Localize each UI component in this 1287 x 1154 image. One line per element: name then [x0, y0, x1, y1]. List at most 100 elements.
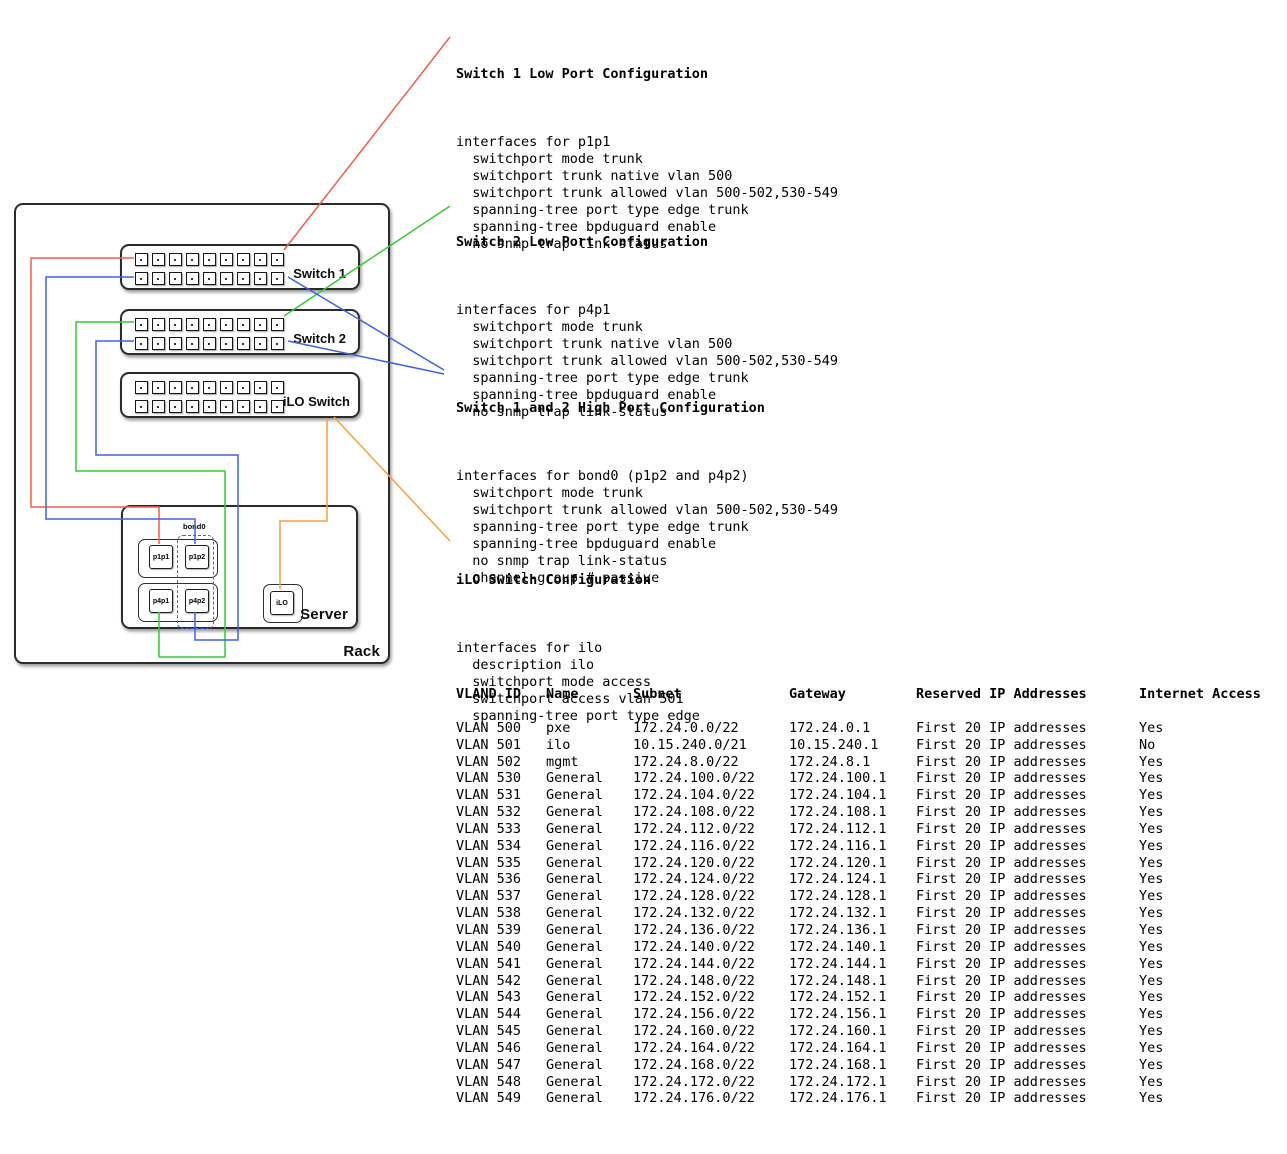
table-row: VLAN 540General172.24.140.0/22172.24.140… [456, 939, 1278, 956]
switch-port [220, 253, 233, 266]
table-cell: 172.24.116.1 [789, 838, 916, 855]
table-cell: 172.24.124.1 [789, 871, 916, 888]
table-row: VLAN 538General172.24.132.0/22172.24.132… [456, 905, 1278, 922]
switch-port [237, 381, 250, 394]
switch-port [271, 381, 284, 394]
table-cell: General [546, 989, 633, 1006]
table-cell: Yes [1139, 804, 1278, 821]
table-cell: 172.24.164.0/22 [633, 1040, 789, 1057]
table-cell: Yes [1139, 922, 1278, 939]
table-cell: First 20 IP addresses [916, 956, 1139, 973]
table-cell: General [546, 905, 633, 922]
switch2-port-row-top [135, 318, 284, 331]
switch-port [169, 272, 182, 285]
table-cell: 172.24.168.0/22 [633, 1057, 789, 1074]
table-cell: 172.24.176.0/22 [633, 1090, 789, 1107]
table-cell: 172.24.132.1 [789, 905, 916, 922]
switch2-label: Switch 2 [293, 331, 346, 346]
table-cell: 172.24.120.0/22 [633, 855, 789, 872]
table-cell: Yes [1139, 855, 1278, 872]
config-line: switchport mode trunk [456, 151, 838, 168]
table-cell: General [546, 1074, 633, 1091]
table-cell: Yes [1139, 1040, 1278, 1057]
switch-port [135, 272, 148, 285]
table-cell: Yes [1139, 720, 1278, 737]
table-cell: Yes [1139, 838, 1278, 855]
vlan-table: VLAND IDNameSubnetGatewayReserved IP Add… [456, 686, 1278, 1107]
config-title: Switch 1 and 2 High Port Configuration [456, 400, 838, 417]
table-row: VLAN 530General172.24.100.0/22172.24.100… [456, 770, 1278, 787]
table-cell: 172.24.128.1 [789, 888, 916, 905]
table-cell: First 20 IP addresses [916, 1023, 1139, 1040]
table-cell: General [546, 922, 633, 939]
config-title: iLO Switch Configuration [456, 572, 700, 589]
config-line: description ilo [456, 657, 700, 674]
ilo-switch-port-row-bottom [135, 400, 284, 413]
table-cell: 172.24.172.0/22 [633, 1074, 789, 1091]
config-line: switchport mode trunk [456, 319, 838, 336]
config-line: interfaces for p4p1 [456, 302, 838, 319]
switch-port [220, 272, 233, 285]
table-cell: VLAN 545 [456, 1023, 546, 1040]
table-cell: VLAN 549 [456, 1090, 546, 1107]
table-cell: VLAN 535 [456, 855, 546, 872]
table-cell: 172.24.136.1 [789, 922, 916, 939]
table-cell: 172.24.100.0/22 [633, 770, 789, 787]
column-header: VLAND ID [456, 686, 546, 703]
table-cell: VLAN 548 [456, 1074, 546, 1091]
switch2-box: Switch 2 [120, 309, 360, 355]
table-cell: Yes [1139, 770, 1278, 787]
switch1-port-row-bottom [135, 272, 284, 285]
switch-port [254, 272, 267, 285]
table-cell: Yes [1139, 1057, 1278, 1074]
table-cell: 172.24.120.1 [789, 855, 916, 872]
table-cell: First 20 IP addresses [916, 1057, 1139, 1074]
table-cell: pxe [546, 720, 633, 737]
table-cell: VLAN 544 [456, 1006, 546, 1023]
switch2-port-row-bottom [135, 337, 284, 350]
server-box: bond0 p1p1 p1p2 p4p1 p4p2 iLO Server [121, 505, 358, 629]
switch-port [220, 400, 233, 413]
switch-port [220, 318, 233, 331]
table-cell: General [546, 855, 633, 872]
switch-port [135, 381, 148, 394]
table-row: VLAN 500pxe172.24.0.0/22172.24.0.1First … [456, 720, 1278, 737]
table-cell: 172.24.132.0/22 [633, 905, 789, 922]
table-cell: VLAN 531 [456, 787, 546, 804]
config-line: switchport trunk native vlan 500 [456, 336, 838, 353]
table-cell: No [1139, 737, 1278, 754]
table-cell: VLAN 502 [456, 754, 546, 771]
table-cell: 172.24.124.0/22 [633, 871, 789, 888]
table-cell: 172.24.160.0/22 [633, 1023, 789, 1040]
table-cell: 172.24.148.1 [789, 973, 916, 990]
table-cell: Yes [1139, 973, 1278, 990]
ilo-switch-box: iLO Switch [120, 372, 360, 418]
switch-port [203, 272, 216, 285]
ilo-switch-port-row-top [135, 381, 284, 394]
table-cell: 172.24.144.1 [789, 956, 916, 973]
network-diagram-page: Rack Switch 1 Switch 2 iLO Switch bond0 … [0, 0, 1287, 1154]
table-cell: VLAN 532 [456, 804, 546, 821]
switch-port [203, 381, 216, 394]
table-row: VLAN 537General172.24.128.0/22172.24.128… [456, 888, 1278, 905]
switch-port [135, 318, 148, 331]
switch-port [271, 253, 284, 266]
switch1-label: Switch 1 [293, 266, 346, 281]
table-cell: 172.24.152.1 [789, 989, 916, 1006]
vlan-table-rows: VLAN 500pxe172.24.0.0/22172.24.0.1First … [456, 720, 1278, 1107]
table-cell: VLAN 547 [456, 1057, 546, 1074]
config-line: switchport trunk native vlan 500 [456, 168, 838, 185]
table-cell: Yes [1139, 989, 1278, 1006]
switch-port [152, 253, 165, 266]
table-cell: VLAN 541 [456, 956, 546, 973]
table-cell: First 20 IP addresses [916, 1090, 1139, 1107]
table-cell: VLAN 539 [456, 922, 546, 939]
table-cell: First 20 IP addresses [916, 787, 1139, 804]
server-port-p1p1: p1p1 [149, 545, 173, 569]
switch-port [237, 253, 250, 266]
table-cell: 172.24.136.0/22 [633, 922, 789, 939]
table-cell: Yes [1139, 871, 1278, 888]
table-row: VLAN 541General172.24.144.0/22172.24.144… [456, 956, 1278, 973]
table-cell: Yes [1139, 1090, 1278, 1107]
table-cell: General [546, 1057, 633, 1074]
